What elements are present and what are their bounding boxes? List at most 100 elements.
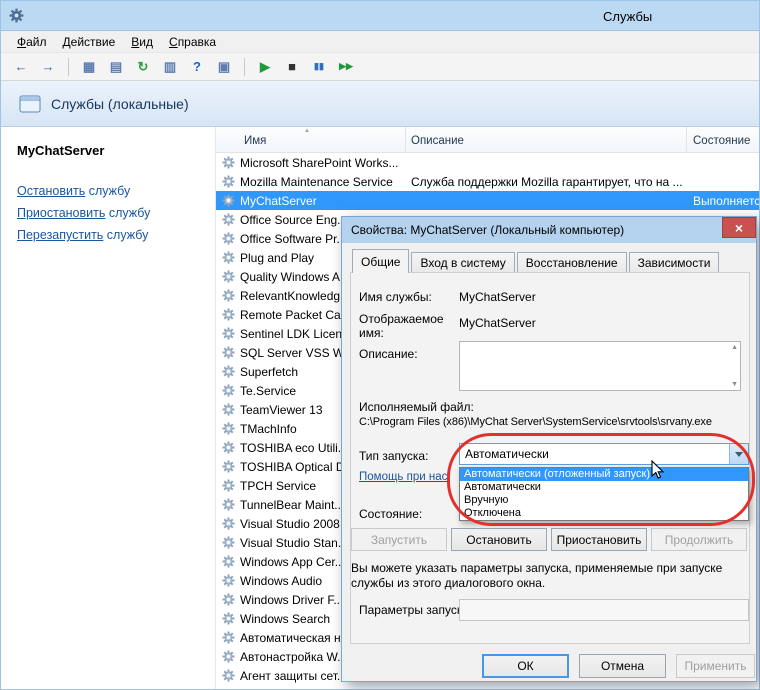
sidebar-action-suffix: службу xyxy=(103,228,148,242)
sidebar-action-link-0[interactable]: Остановить службу xyxy=(17,184,215,198)
toolbar-separator xyxy=(68,58,69,76)
service-gear-icon xyxy=(216,574,240,587)
tab-2[interactable]: Восстановление xyxy=(517,252,627,272)
scroll-up-icon[interactable] xyxy=(731,344,738,351)
service-gear-icon xyxy=(216,555,240,568)
console-icon xyxy=(19,95,41,113)
list-header: Имя Описание Состояние xyxy=(216,127,759,153)
service-gear-icon xyxy=(216,270,240,283)
cancel-button[interactable]: Отмена xyxy=(579,654,666,678)
sidebar-action-link-2[interactable]: Перезапустить службу xyxy=(17,228,215,242)
startup-params-input xyxy=(459,599,749,621)
service-gear-icon xyxy=(216,346,240,359)
column-header-name[interactable]: Имя xyxy=(216,127,406,152)
service-gear-icon xyxy=(216,308,240,321)
startup-help-link[interactable]: Помощь при нас xyxy=(359,471,447,483)
service-name-value: MyChatServer xyxy=(459,290,536,304)
service-gear-icon xyxy=(216,384,240,397)
chevron-down-icon xyxy=(735,452,743,457)
service-gear-icon xyxy=(216,232,240,245)
service-row[interactable]: Mozilla Maintenance ServiceСлужба поддер… xyxy=(216,172,759,191)
extended-view-button[interactable]: ▣ xyxy=(212,55,236,78)
tab-1[interactable]: Вход в систему xyxy=(411,252,514,272)
start-service-action-button: Запустить xyxy=(351,528,447,551)
page-title: Службы (локальные) xyxy=(51,96,189,112)
forward-button[interactable]: → xyxy=(36,55,60,78)
service-gear-icon xyxy=(216,669,240,682)
startup-type-dropdown: Автоматически (отложенный запуск)Автомат… xyxy=(459,467,749,521)
column-header-status-label: Состояние xyxy=(693,135,750,147)
pause-service-button[interactable]: ▮▮ xyxy=(307,55,331,78)
dialog-title: Свойства: MyChatServer (Локальный компью… xyxy=(351,223,624,237)
close-button[interactable] xyxy=(722,217,756,238)
dropdown-option[interactable]: Автоматически (отложенный запуск) xyxy=(460,468,748,481)
stop-service-action-button[interactable]: Остановить xyxy=(451,528,547,551)
refresh-button[interactable]: ↻ xyxy=(131,55,155,78)
sidebar: MyChatServer Остановить службуПриостанов… xyxy=(1,127,216,689)
sidebar-action-text: Остановить xyxy=(17,184,85,198)
startup-type-label: Тип запуска: xyxy=(359,449,428,463)
menu-bar: ФайлДействиеВидСправка xyxy=(1,31,759,53)
service-gear-icon xyxy=(216,403,240,416)
description-label: Описание: xyxy=(359,347,418,361)
sidebar-links: Остановить службуПриостановить службуПер… xyxy=(17,184,215,242)
apply-button: Применить xyxy=(676,654,755,678)
column-header-description[interactable]: Описание xyxy=(406,127,687,152)
service-gear-icon xyxy=(216,593,240,606)
menu-item-0[interactable]: Файл xyxy=(9,32,55,52)
menu-item-3[interactable]: Справка xyxy=(161,32,224,52)
combo-dropdown-button[interactable] xyxy=(729,444,748,464)
startup-type-select[interactable]: Автоматически xyxy=(459,443,749,465)
properties-dialog: Свойства: MyChatServer (Локальный компью… xyxy=(341,216,757,682)
service-status-cell: Выполняется xyxy=(687,194,759,208)
service-description-cell: Служба поддержки Mozilla гарантирует, чт… xyxy=(406,175,687,189)
pause-service-action-button[interactable]: Приостановить xyxy=(551,528,647,551)
sidebar-action-text: Перезапустить xyxy=(17,228,103,242)
service-gear-icon xyxy=(216,517,240,530)
description-input[interactable] xyxy=(459,341,741,391)
ok-button[interactable]: ОК xyxy=(482,654,569,678)
resume-service-action-button: Продолжить xyxy=(651,528,747,551)
service-gear-icon xyxy=(216,422,240,435)
dropdown-option[interactable]: Отключена xyxy=(460,507,748,520)
dropdown-option[interactable]: Вручную xyxy=(460,494,748,507)
stop-service-button[interactable]: ■ xyxy=(280,55,304,78)
service-gear-icon xyxy=(216,175,240,188)
dropdown-option[interactable]: Автоматически xyxy=(460,481,748,494)
service-row[interactable]: MyChatServerВыполняется xyxy=(216,191,759,210)
menu-item-2[interactable]: Вид xyxy=(123,32,161,52)
service-gear-icon xyxy=(216,213,240,226)
service-row[interactable]: Microsoft SharePoint Works... xyxy=(216,153,759,172)
display-name-value: MyChatServer xyxy=(459,316,536,330)
column-header-status[interactable]: Состояние xyxy=(687,127,759,152)
export-list-button[interactable]: ▥ xyxy=(158,55,182,78)
back-button[interactable]: ← xyxy=(9,55,33,78)
header-band: Службы (локальные) xyxy=(1,81,759,127)
sidebar-action-suffix: службу xyxy=(105,206,150,220)
executable-path: C:\Program Files (x86)\MyChat Server\Sys… xyxy=(359,416,712,428)
service-gear-icon xyxy=(216,441,240,454)
show-console-tree-button[interactable]: ▦ xyxy=(77,55,101,78)
start-service-button[interactable]: ▶ xyxy=(253,55,277,78)
service-gear-icon xyxy=(216,327,240,340)
toolbar-separator xyxy=(244,58,245,76)
properties-button[interactable]: ▤ xyxy=(104,55,128,78)
service-gear-icon xyxy=(216,650,240,663)
service-gear-icon xyxy=(216,460,240,473)
menu-item-1[interactable]: Действие xyxy=(55,32,124,52)
service-gear-icon xyxy=(216,536,240,549)
tab-page-general: Имя службы: MyChatServer Отображаемое им… xyxy=(350,272,750,644)
restart-service-button[interactable]: ▶▶ xyxy=(334,55,358,78)
column-header-name-label: Имя xyxy=(244,135,266,147)
app-icon xyxy=(9,8,24,23)
dialog-titlebar: Свойства: MyChatServer (Локальный компью… xyxy=(342,217,756,243)
startup-params-hint: Вы можете указать параметры запуска, при… xyxy=(351,561,749,591)
state-label: Состояние: xyxy=(359,507,422,521)
tab-3[interactable]: Зависимости xyxy=(629,252,720,272)
sidebar-action-link-1[interactable]: Приостановить службу xyxy=(17,206,215,220)
tab-0[interactable]: Общие xyxy=(352,249,409,273)
help-button[interactable]: ? xyxy=(185,55,209,78)
service-gear-icon xyxy=(216,498,240,511)
scroll-down-icon[interactable] xyxy=(731,381,738,388)
column-header-description-label: Описание xyxy=(411,135,464,147)
